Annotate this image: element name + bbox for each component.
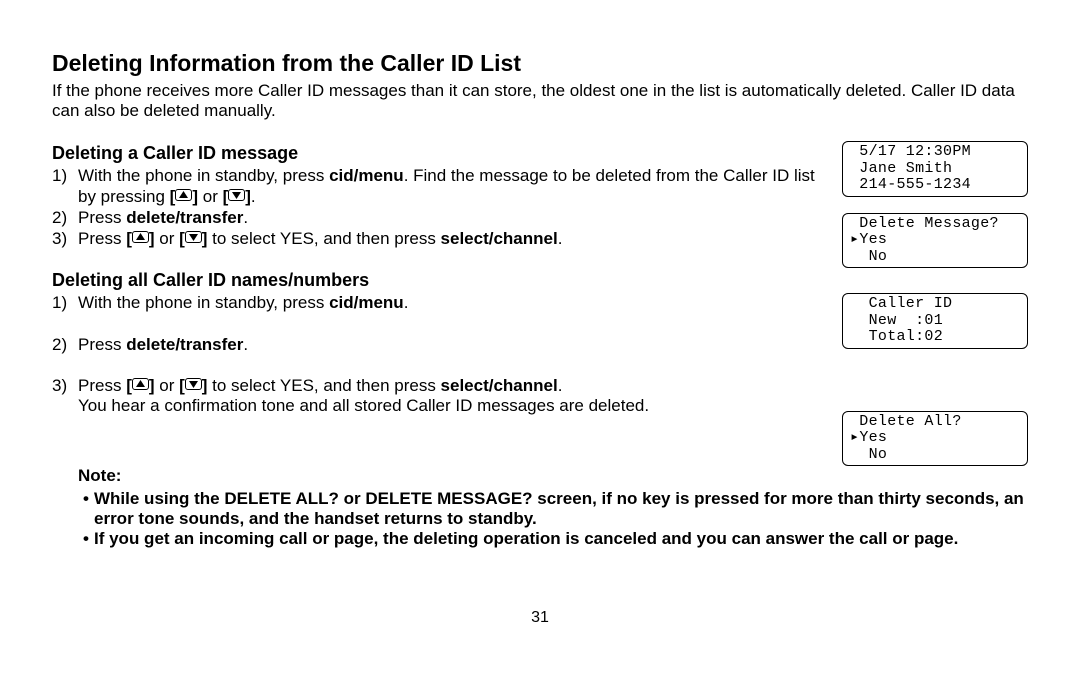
lcd-line: ▸Yes: [850, 430, 1020, 447]
step-number: 3): [52, 376, 78, 396]
txt: to select YES, and then press: [207, 376, 440, 395]
btn-label: []: [170, 187, 198, 206]
lcd-caller-id-totals: Caller ID New :01 Total:02: [842, 293, 1028, 349]
note-list: •While using the DELETE ALL? or DELETE M…: [52, 489, 1028, 549]
step-body: With the phone in standby, press cid/men…: [78, 166, 832, 206]
lcd-line: New :01: [850, 313, 1020, 330]
step-number: 3): [52, 229, 78, 249]
txt: With the phone in standby, press: [78, 166, 329, 185]
step-2-2: 2) Press delete/transfer.: [52, 335, 832, 355]
step-number: 1): [52, 293, 78, 313]
btn-label: []: [179, 229, 207, 248]
btn-label: cid/menu: [329, 293, 404, 312]
up-arrow-icon: [132, 231, 149, 243]
lcd-col-2: Caller ID New :01 Total:02 Delete All?▸Y…: [842, 293, 1028, 466]
txt: .: [404, 293, 409, 312]
lcd-line: ▸Yes: [850, 232, 1020, 249]
step-1-1: 1) With the phone in standby, press cid/…: [52, 166, 832, 206]
step-1-2: 2) Press delete/transfer.: [52, 208, 832, 228]
note-item: •While using the DELETE ALL? or DELETE M…: [78, 489, 1028, 529]
step-number: 2): [52, 208, 78, 228]
section1-text: Deleting a Caller ID message 1) With the…: [52, 141, 832, 266]
up-arrow-icon: [132, 378, 149, 390]
step-1-3: 3) Press [] or [] to select YES, and the…: [52, 229, 832, 249]
section1-steps: 1) With the phone in standby, press cid/…: [52, 166, 832, 248]
lcd-line: Delete All?: [850, 414, 1020, 431]
btn-label: []: [179, 376, 207, 395]
section2-steps-3: 3) Press [] or [] to select YES, and the…: [52, 376, 832, 416]
txt: or: [155, 229, 180, 248]
section2-steps: 1) With the phone in standby, press cid/…: [52, 293, 832, 313]
bullet-icon: •: [78, 489, 94, 509]
down-arrow-icon: [185, 378, 202, 390]
note-text: If you get an incoming call or page, the…: [94, 529, 1028, 549]
section-delete-one: Deleting a Caller ID message 1) With the…: [52, 141, 1028, 268]
lcd-line: Delete Message?: [850, 216, 1020, 233]
txt: You hear a confirmation tone and all sto…: [78, 396, 649, 415]
section2-text: 1) With the phone in standby, press cid/…: [52, 293, 832, 417]
btn-label: delete/transfer: [126, 208, 243, 227]
txt: .: [558, 229, 563, 248]
note-item: •If you get an incoming call or page, th…: [78, 529, 1028, 549]
lcd-line: No: [850, 447, 1020, 464]
step-body: With the phone in standby, press cid/men…: [78, 293, 832, 313]
lcd-line: Caller ID: [850, 296, 1020, 313]
txt: .: [558, 376, 563, 395]
lcd-delete-all: Delete All?▸Yes No: [842, 411, 1028, 467]
note-label: Note:: [78, 466, 121, 486]
lcd-col-1: 5/17 12:30PM Jane Smith 214-555-1234 Del…: [842, 141, 1028, 268]
step-number: 1): [52, 166, 78, 186]
txt: or: [198, 187, 223, 206]
down-arrow-icon: [228, 189, 245, 201]
note-text: While using the DELETE ALL? or DELETE ME…: [94, 489, 1028, 529]
step-body: Press [] or [] to select YES, and then p…: [78, 376, 832, 416]
lcd-caller-entry: 5/17 12:30PM Jane Smith 214-555-1234: [842, 141, 1028, 197]
lcd-line: 5/17 12:30PM: [850, 144, 1020, 161]
intro-text: If the phone receives more Caller ID mes…: [52, 81, 1028, 121]
btn-label: cid/menu: [329, 166, 404, 185]
btn-label: select/channel: [441, 376, 558, 395]
txt: .: [243, 208, 248, 227]
section-delete-all: 1) With the phone in standby, press cid/…: [52, 293, 1028, 466]
btn-label: []: [126, 229, 154, 248]
lcd-line: 214-555-1234: [850, 177, 1020, 194]
step-2-1: 1) With the phone in standby, press cid/…: [52, 293, 832, 313]
lcd-line: Total:02: [850, 329, 1020, 346]
txt: Press: [78, 376, 126, 395]
txt: to select YES, and then press: [207, 229, 440, 248]
btn-label: select/channel: [441, 229, 558, 248]
step-number: 2): [52, 335, 78, 355]
section2-heading: Deleting all Caller ID names/numbers: [52, 270, 1028, 291]
section2-steps-2: 2) Press delete/transfer.: [52, 335, 832, 355]
txt: .: [251, 187, 256, 206]
section1-heading: Deleting a Caller ID message: [52, 143, 832, 164]
step-2-3: 3) Press [] or [] to select YES, and the…: [52, 376, 832, 416]
txt: Press: [78, 208, 126, 227]
step-body: Press delete/transfer.: [78, 335, 832, 355]
btn-label: []: [126, 376, 154, 395]
lcd-line: No: [850, 249, 1020, 266]
txt: Press: [78, 229, 126, 248]
btn-label: []: [223, 187, 251, 206]
page-title: Deleting Information from the Caller ID …: [52, 50, 1028, 77]
note-block: Note: •While using the DELETE ALL? or DE…: [52, 466, 1028, 548]
bullet-icon: •: [78, 529, 94, 549]
btn-label: delete/transfer: [126, 335, 243, 354]
step-body: Press delete/transfer.: [78, 208, 832, 228]
up-arrow-icon: [175, 189, 192, 201]
txt: or: [155, 376, 180, 395]
step-body: Press [] or [] to select YES, and then p…: [78, 229, 832, 249]
txt: With the phone in standby, press: [78, 293, 329, 312]
down-arrow-icon: [185, 231, 202, 243]
lcd-line: Jane Smith: [850, 161, 1020, 178]
page-number: 31: [52, 609, 1028, 628]
txt: .: [243, 335, 248, 354]
lcd-delete-message: Delete Message?▸Yes No: [842, 213, 1028, 269]
txt: Press: [78, 335, 126, 354]
